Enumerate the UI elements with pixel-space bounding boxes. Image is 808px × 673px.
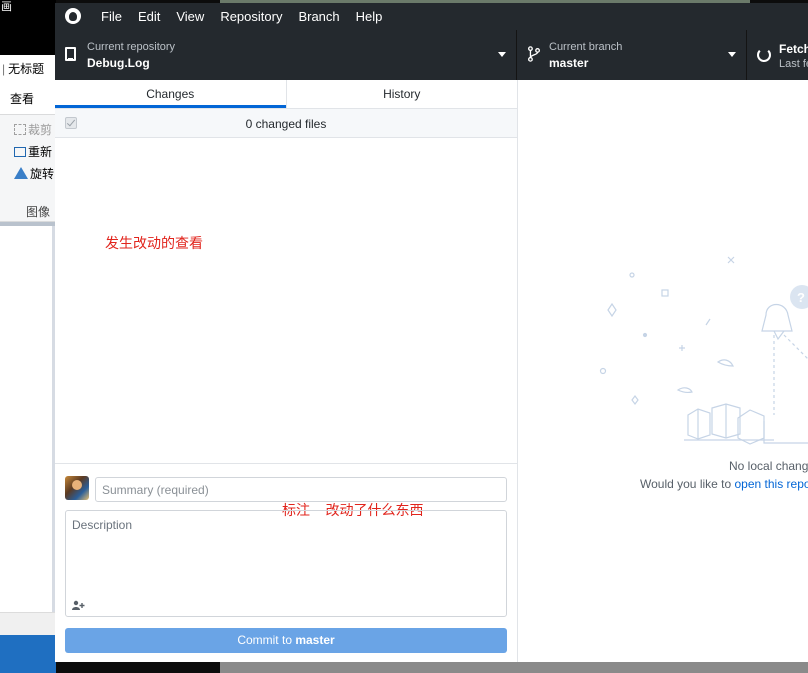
menu-help[interactable]: Help (348, 3, 391, 30)
background-canvas (0, 226, 52, 612)
sync-icon (757, 48, 771, 62)
commit-description-input[interactable] (66, 511, 506, 591)
background-file-tab[interactable]: 无标题 (8, 62, 44, 76)
menu-repository[interactable]: Repository (212, 3, 290, 30)
changes-list-header: 0 changed files (55, 109, 517, 138)
current-repository-name: Debug.Log (87, 56, 150, 70)
tab-history[interactable]: History (285, 80, 518, 108)
commit-message-area: 标注 改动了什么东西 Commit to master (55, 463, 517, 662)
github-logo-icon (65, 8, 81, 24)
last-fetched-label: Last fe (779, 58, 808, 70)
sidebar-tabs: Changes History (55, 80, 517, 109)
current-branch-name: master (549, 56, 589, 70)
background-ribbon-tab-view[interactable]: 查看 (0, 88, 56, 110)
svg-text:?: ? (797, 290, 805, 305)
chevron-down-icon (498, 52, 506, 57)
background-paint-tabbar: | 无标题 (2, 62, 45, 76)
background-statusbar (0, 612, 56, 635)
resize-icon (14, 147, 26, 157)
open-repository-link[interactable]: open this repo (735, 477, 808, 491)
commit-button-prefix: Commit to (237, 633, 296, 647)
background-bottom-strip (220, 662, 808, 673)
empty-state-illustration: ? (599, 256, 808, 445)
menu-branch[interactable]: Branch (290, 3, 347, 30)
prompt-text: Would you like to (640, 477, 735, 491)
chevron-down-icon (728, 52, 736, 57)
menubar: File Edit View Repository Branch Help (93, 3, 390, 30)
changed-file-list: 发生改动的查看 (55, 138, 517, 463)
no-changes-title: No local chang (729, 459, 808, 473)
background-window-title: 画 (1, 1, 12, 13)
changed-files-count: 0 changed files (245, 117, 327, 131)
background-taskbar-strip (0, 635, 56, 673)
tab-changes[interactable]: Changes (55, 80, 286, 108)
background-ribbon: 裁剪 重新 旋转 图像 (0, 114, 56, 265)
toolbar: Current repository Debug.Log Current bra… (55, 30, 808, 80)
no-changes-prompt: Would you like to open this repo (640, 477, 808, 491)
menu-edit[interactable]: Edit (130, 3, 168, 30)
fetch-label: Fetch (779, 42, 808, 56)
background-crop-tool[interactable]: 裁剪 (14, 121, 52, 139)
avatar (65, 476, 89, 500)
fetch-origin-button[interactable]: Fetch Last fe (747, 30, 808, 80)
github-desktop-window: File Edit View Repository Branch Help Cu… (55, 3, 808, 662)
no-changes-view: ? No local chang Would you like to open … (518, 80, 808, 662)
current-repository-label: Current repository (87, 41, 176, 53)
titlebar: File Edit View Repository Branch Help (55, 3, 808, 30)
changes-sidebar: Changes History 0 changed files 发生改动的查看 … (55, 80, 518, 662)
background-resize-tool[interactable]: 重新 (14, 143, 52, 161)
menu-file[interactable]: File (93, 3, 130, 30)
commit-description-box (65, 510, 507, 617)
current-branch-button[interactable]: Current branch master (517, 30, 747, 80)
commit-button[interactable]: Commit to master (65, 628, 507, 653)
rotate-icon (14, 167, 28, 179)
annotation-changes-note: 发生改动的查看 (105, 235, 203, 251)
add-coauthor-icon[interactable] (72, 600, 86, 610)
background-rotate-tool[interactable]: 旋转 (14, 165, 54, 183)
commit-button-branch: master (295, 633, 335, 647)
commit-summary-input[interactable] (95, 477, 507, 502)
current-repository-button[interactable]: Current repository Debug.Log (55, 30, 517, 80)
background-group-label: 图像 (26, 205, 51, 219)
current-branch-label: Current branch (549, 41, 623, 53)
menu-view[interactable]: View (168, 3, 212, 30)
repo-icon (65, 47, 76, 61)
git-branch-icon (528, 46, 541, 62)
crop-icon (14, 124, 26, 135)
